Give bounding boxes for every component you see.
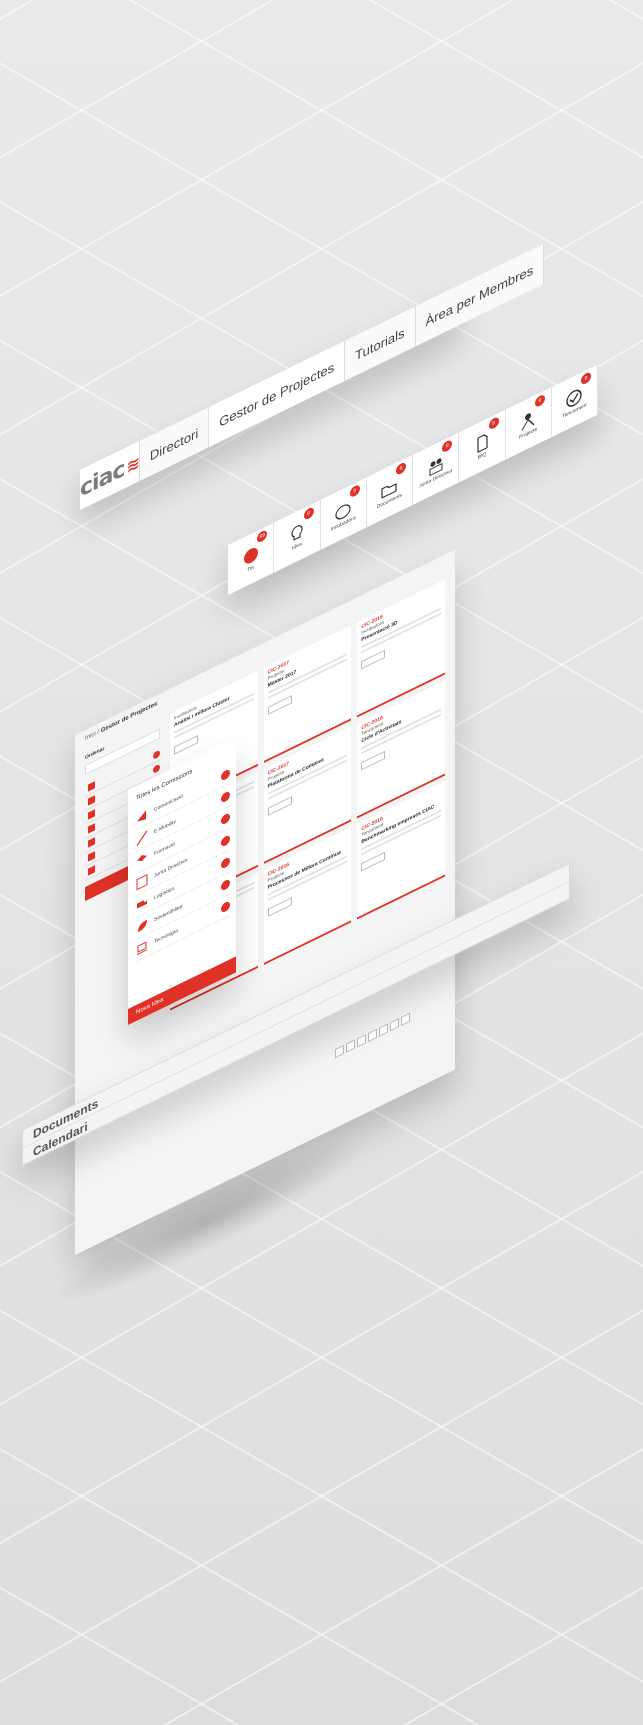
- read-more-button[interactable]: [361, 649, 386, 670]
- chart-arrow-icon: [136, 829, 148, 847]
- category-badge: 9: [349, 483, 360, 499]
- breadcrumb-home[interactable]: Inici: [85, 731, 96, 742]
- category-badge: 9: [534, 393, 545, 409]
- filter-badge: [221, 768, 230, 782]
- read-more-button[interactable]: [361, 750, 386, 771]
- megaphone-icon: [136, 807, 148, 825]
- category-badge: 99: [257, 528, 268, 544]
- filter-badge: [221, 812, 230, 826]
- page-button[interactable]: [357, 1034, 366, 1048]
- page-button[interactable]: [390, 1017, 399, 1032]
- category-label: Tot: [247, 564, 254, 574]
- filter-badge: [221, 790, 230, 804]
- filter-badge: [221, 856, 230, 870]
- read-more-button[interactable]: [361, 851, 386, 872]
- category-badge: 9: [303, 506, 314, 522]
- logo-mark-icon: ≋: [126, 451, 139, 477]
- page-button[interactable]: [346, 1039, 355, 1053]
- laptop-icon: [136, 939, 148, 957]
- graduation-icon: [136, 851, 148, 869]
- filter-badge: [221, 834, 230, 848]
- page-button[interactable]: [335, 1044, 344, 1059]
- page-button[interactable]: [368, 1028, 377, 1043]
- filter-badge: [221, 900, 230, 914]
- category-badge: 9: [581, 370, 591, 386]
- read-more-button[interactable]: [267, 695, 292, 716]
- pagination: [335, 1012, 410, 1059]
- page-button[interactable]: [401, 1012, 410, 1026]
- category-badge: 9: [488, 416, 499, 431]
- category-badge: 9: [396, 461, 406, 477]
- team-icon: [136, 873, 148, 891]
- category-badge: 9: [442, 438, 453, 454]
- read-more-button[interactable]: [174, 735, 198, 755]
- leaf-icon: [136, 917, 148, 935]
- page-button[interactable]: [379, 1023, 388, 1037]
- filter-badge: [221, 878, 230, 892]
- read-more-button[interactable]: [267, 897, 292, 918]
- truck-icon: [136, 895, 148, 913]
- read-more-button[interactable]: [267, 796, 292, 817]
